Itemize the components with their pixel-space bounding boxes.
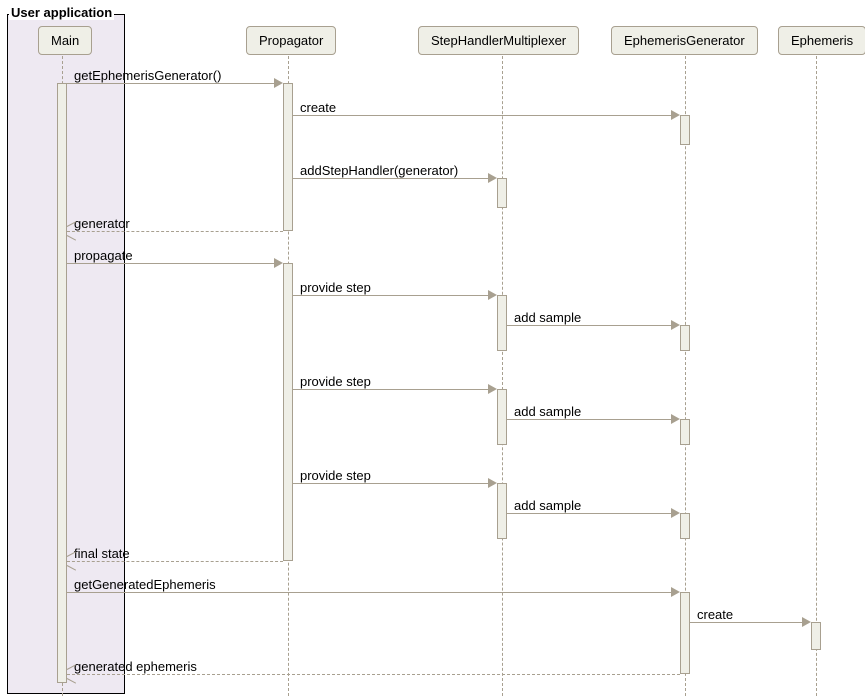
participant-propagator: Propagator <box>246 26 336 55</box>
activation-prop-1 <box>283 83 293 231</box>
arrow <box>67 561 283 562</box>
arrowhead-icon <box>274 78 283 88</box>
activation-gen-create <box>680 115 690 145</box>
participant-propagator-label: Propagator <box>259 33 323 48</box>
activation-main <box>57 83 67 683</box>
participant-multiplexer-label: StepHandlerMultiplexer <box>431 33 566 48</box>
arrowhead-icon <box>671 110 680 120</box>
arrow <box>67 263 280 264</box>
arrow <box>293 178 494 179</box>
msg-addsample1: add sample <box>514 310 581 325</box>
arrow <box>293 389 494 390</box>
msg-getephemerisgenerator: getEphemerisGenerator() <box>74 68 221 83</box>
participant-main-label: Main <box>51 33 79 48</box>
arrowhead-icon <box>671 320 680 330</box>
msg-getgeneratedephemeris: getGeneratedEphemeris <box>74 577 216 592</box>
activation-mux-2 <box>497 389 507 445</box>
activation-mux-3 <box>497 483 507 539</box>
arrow <box>293 115 677 116</box>
arrowhead-icon <box>274 258 283 268</box>
participant-multiplexer: StepHandlerMultiplexer <box>418 26 579 55</box>
msg-addsample2: add sample <box>514 404 581 419</box>
msg-propagate: propagate <box>74 248 133 263</box>
participant-generator-label: EphemerisGenerator <box>624 33 745 48</box>
msg-providestep2: provide step <box>300 374 371 389</box>
arrowhead-icon <box>671 508 680 518</box>
activation-gen-2 <box>680 419 690 445</box>
participant-main: Main <box>38 26 92 55</box>
arrow <box>67 674 680 675</box>
msg-addstephandler: addStepHandler(generator) <box>300 163 458 178</box>
participant-ephemeris: Ephemeris <box>778 26 865 55</box>
msg-addsample3: add sample <box>514 498 581 513</box>
arrow <box>67 592 677 593</box>
arrowhead-icon <box>488 290 497 300</box>
activation-prop-2 <box>283 263 293 561</box>
frame-title: User application <box>9 5 114 20</box>
msg-providestep3: provide step <box>300 468 371 483</box>
arrowhead-icon <box>802 617 811 627</box>
lifeline-ephemeris <box>816 56 817 696</box>
activation-gen-get <box>680 592 690 674</box>
msg-finalstate: final state <box>74 546 130 561</box>
lifeline-multiplexer <box>502 56 503 696</box>
activation-gen-1 <box>680 325 690 351</box>
msg-providestep1: provide step <box>300 280 371 295</box>
arrow <box>690 622 808 623</box>
arrowhead-icon <box>67 556 76 566</box>
arrowhead-icon <box>488 478 497 488</box>
msg-create2: create <box>697 607 733 622</box>
activation-mux-add <box>497 178 507 208</box>
arrowhead-icon <box>67 669 76 679</box>
activation-mux-1 <box>497 295 507 351</box>
sequence-diagram: User application Main Propagator StepHan… <box>0 0 865 699</box>
msg-generatedephemeris: generated ephemeris <box>74 659 197 674</box>
arrow <box>67 231 283 232</box>
arrow <box>507 419 677 420</box>
arrow <box>293 483 494 484</box>
arrowhead-icon <box>671 414 680 424</box>
arrow <box>507 325 677 326</box>
participant-ephemeris-label: Ephemeris <box>791 33 853 48</box>
participant-generator: EphemerisGenerator <box>611 26 758 55</box>
arrowhead-icon <box>488 173 497 183</box>
msg-create1: create <box>300 100 336 115</box>
arrow <box>293 295 494 296</box>
activation-gen-3 <box>680 513 690 539</box>
arrow <box>67 83 280 84</box>
msg-returngenerator: generator <box>74 216 130 231</box>
arrowhead-icon <box>671 587 680 597</box>
arrowhead-icon <box>67 226 76 236</box>
activation-eph <box>811 622 821 650</box>
arrow <box>507 513 677 514</box>
arrowhead-icon <box>488 384 497 394</box>
